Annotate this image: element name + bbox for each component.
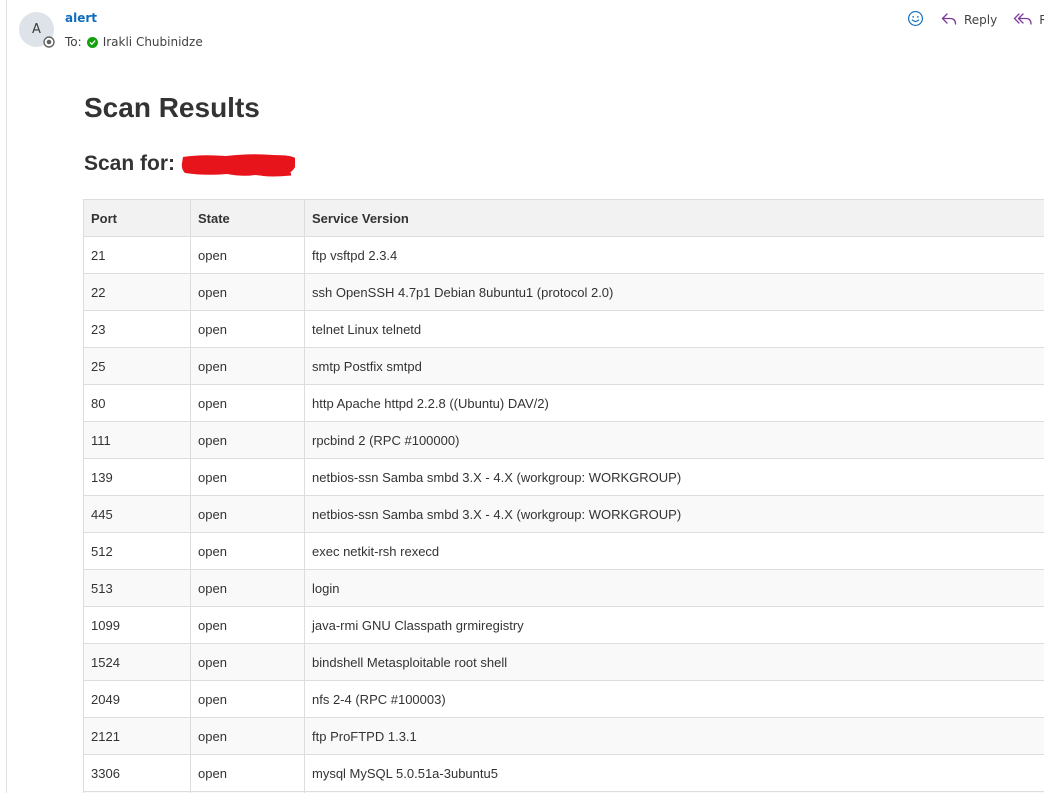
recipient-name[interactable]: Irakli Chubinidze <box>103 35 203 49</box>
redaction-mark <box>181 153 297 177</box>
message-actions: Reply Re <box>907 10 1044 30</box>
service-cell: bindshell Metasploitable root shell <box>304 643 1044 681</box>
state-cell: open <box>190 754 305 792</box>
service-cell: smtp Postfix smtpd <box>304 347 1044 385</box>
reaction-button[interactable] <box>907 10 924 30</box>
service-cell: netbios-ssn Samba smbd 3.X - 4.X (workgr… <box>304 495 1044 533</box>
avatar-initial: A <box>32 22 41 37</box>
blocked-badge-icon <box>43 36 55 48</box>
service-cell: ftp vsftpd 2.3.4 <box>304 236 1044 274</box>
smiley-icon <box>907 10 924 30</box>
port-cell: 25 <box>83 347 191 385</box>
port-cell: 3306 <box>83 754 191 792</box>
table-row: 445 open netbios-ssn Samba smbd 3.X - 4.… <box>83 495 1044 533</box>
table-row: 23 open telnet Linux telnetd <box>83 310 1044 348</box>
available-check-icon <box>86 36 98 48</box>
page-title: Scan Results <box>84 92 260 123</box>
state-cell: open <box>190 384 305 422</box>
state-cell: open <box>190 495 305 533</box>
sender-name[interactable]: alert <box>65 11 97 25</box>
state-cell: open <box>190 421 305 459</box>
state-cell: open <box>190 310 305 348</box>
service-cell: ftp ProFTPD 1.3.1 <box>304 717 1044 755</box>
service-cell: mysql MySQL 5.0.51a-3ubuntu5 <box>304 754 1044 792</box>
service-cell: java-rmi GNU Classpath grmiregistry <box>304 606 1044 644</box>
port-cell: 139 <box>83 458 191 496</box>
service-cell: netbios-ssn Samba smbd 3.X - 4.X (workgr… <box>304 458 1044 496</box>
reply-arrow-icon <box>940 11 958 30</box>
header-service-version: Service Version <box>304 199 1044 237</box>
reply-all-button[interactable]: Re <box>1013 10 1044 30</box>
state-cell: open <box>190 458 305 496</box>
port-cell: 2049 <box>83 680 191 718</box>
header-port: Port <box>83 199 191 237</box>
state-cell: open <box>190 717 305 755</box>
state-cell: open <box>190 532 305 570</box>
table-row: 111 open rpcbind 2 (RPC #100000) <box>83 421 1044 459</box>
table-row: 512 open exec netkit-rsh rexecd <box>83 532 1044 570</box>
reply-all-arrow-icon <box>1013 11 1033 30</box>
service-cell: ssh OpenSSH 4.7p1 Debian 8ubuntu1 (proto… <box>304 273 1044 311</box>
message-header: A alert To: Irakli Chubinidze Reply <box>7 0 1044 60</box>
port-cell: 21 <box>83 236 191 274</box>
reply-button[interactable]: Reply <box>940 10 997 30</box>
scan-for-label: Scan for: <box>84 152 176 175</box>
table-row: 2121 open ftp ProFTPD 1.3.1 <box>83 717 1044 755</box>
table-row: 80 open http Apache httpd 2.2.8 ((Ubuntu… <box>83 384 1044 422</box>
state-cell: open <box>190 347 305 385</box>
header-state: State <box>190 199 305 237</box>
service-cell: exec netkit-rsh rexecd <box>304 532 1044 570</box>
table-row: 2049 open nfs 2-4 (RPC #100003) <box>83 680 1044 718</box>
state-cell: open <box>190 606 305 644</box>
port-cell: 111 <box>83 421 191 459</box>
port-cell: 2121 <box>83 717 191 755</box>
port-cell: 1099 <box>83 606 191 644</box>
port-cell: 22 <box>83 273 191 311</box>
state-cell: open <box>190 273 305 311</box>
table-row: 1099 open java-rmi GNU Classpath grmireg… <box>83 606 1044 644</box>
state-cell: open <box>190 236 305 274</box>
reading-pane: A alert To: Irakli Chubinidze Reply Scan… <box>6 0 1044 793</box>
scan-target-heading: Scan for: <box>84 152 297 177</box>
reply-all-label: Re <box>1039 13 1044 27</box>
service-cell: nfs 2-4 (RPC #100003) <box>304 680 1044 718</box>
table-row: 25 open smtp Postfix smtpd <box>83 347 1044 385</box>
to-label: To: <box>65 35 82 49</box>
reply-label: Reply <box>964 13 998 27</box>
port-cell: 1524 <box>83 643 191 681</box>
results-table: Port State Service Version 21 open ftp v… <box>83 199 1044 793</box>
table-row: 1524 open bindshell Metasploitable root … <box>83 643 1044 681</box>
port-cell: 512 <box>83 532 191 570</box>
port-cell: 23 <box>83 310 191 348</box>
port-cell: 445 <box>83 495 191 533</box>
service-cell: login <box>304 569 1044 607</box>
table-row: 513 open login <box>83 569 1044 607</box>
table-row: 21 open ftp vsftpd 2.3.4 <box>83 236 1044 274</box>
service-cell: telnet Linux telnetd <box>304 310 1044 348</box>
state-cell: open <box>190 643 305 681</box>
table-row: 22 open ssh OpenSSH 4.7p1 Debian 8ubuntu… <box>83 273 1044 311</box>
table-row: 139 open netbios-ssn Samba smbd 3.X - 4.… <box>83 458 1044 496</box>
port-cell: 80 <box>83 384 191 422</box>
port-cell: 513 <box>83 569 191 607</box>
state-cell: open <box>190 569 305 607</box>
state-cell: open <box>190 680 305 718</box>
service-cell: http Apache httpd 2.2.8 ((Ubuntu) DAV/2) <box>304 384 1044 422</box>
table-header-row: Port State Service Version <box>83 199 1044 237</box>
service-cell: rpcbind 2 (RPC #100000) <box>304 421 1044 459</box>
recipients-row: To: Irakli Chubinidze <box>65 35 203 49</box>
table-row: 3306 open mysql MySQL 5.0.51a-3ubuntu5 <box>83 754 1044 792</box>
